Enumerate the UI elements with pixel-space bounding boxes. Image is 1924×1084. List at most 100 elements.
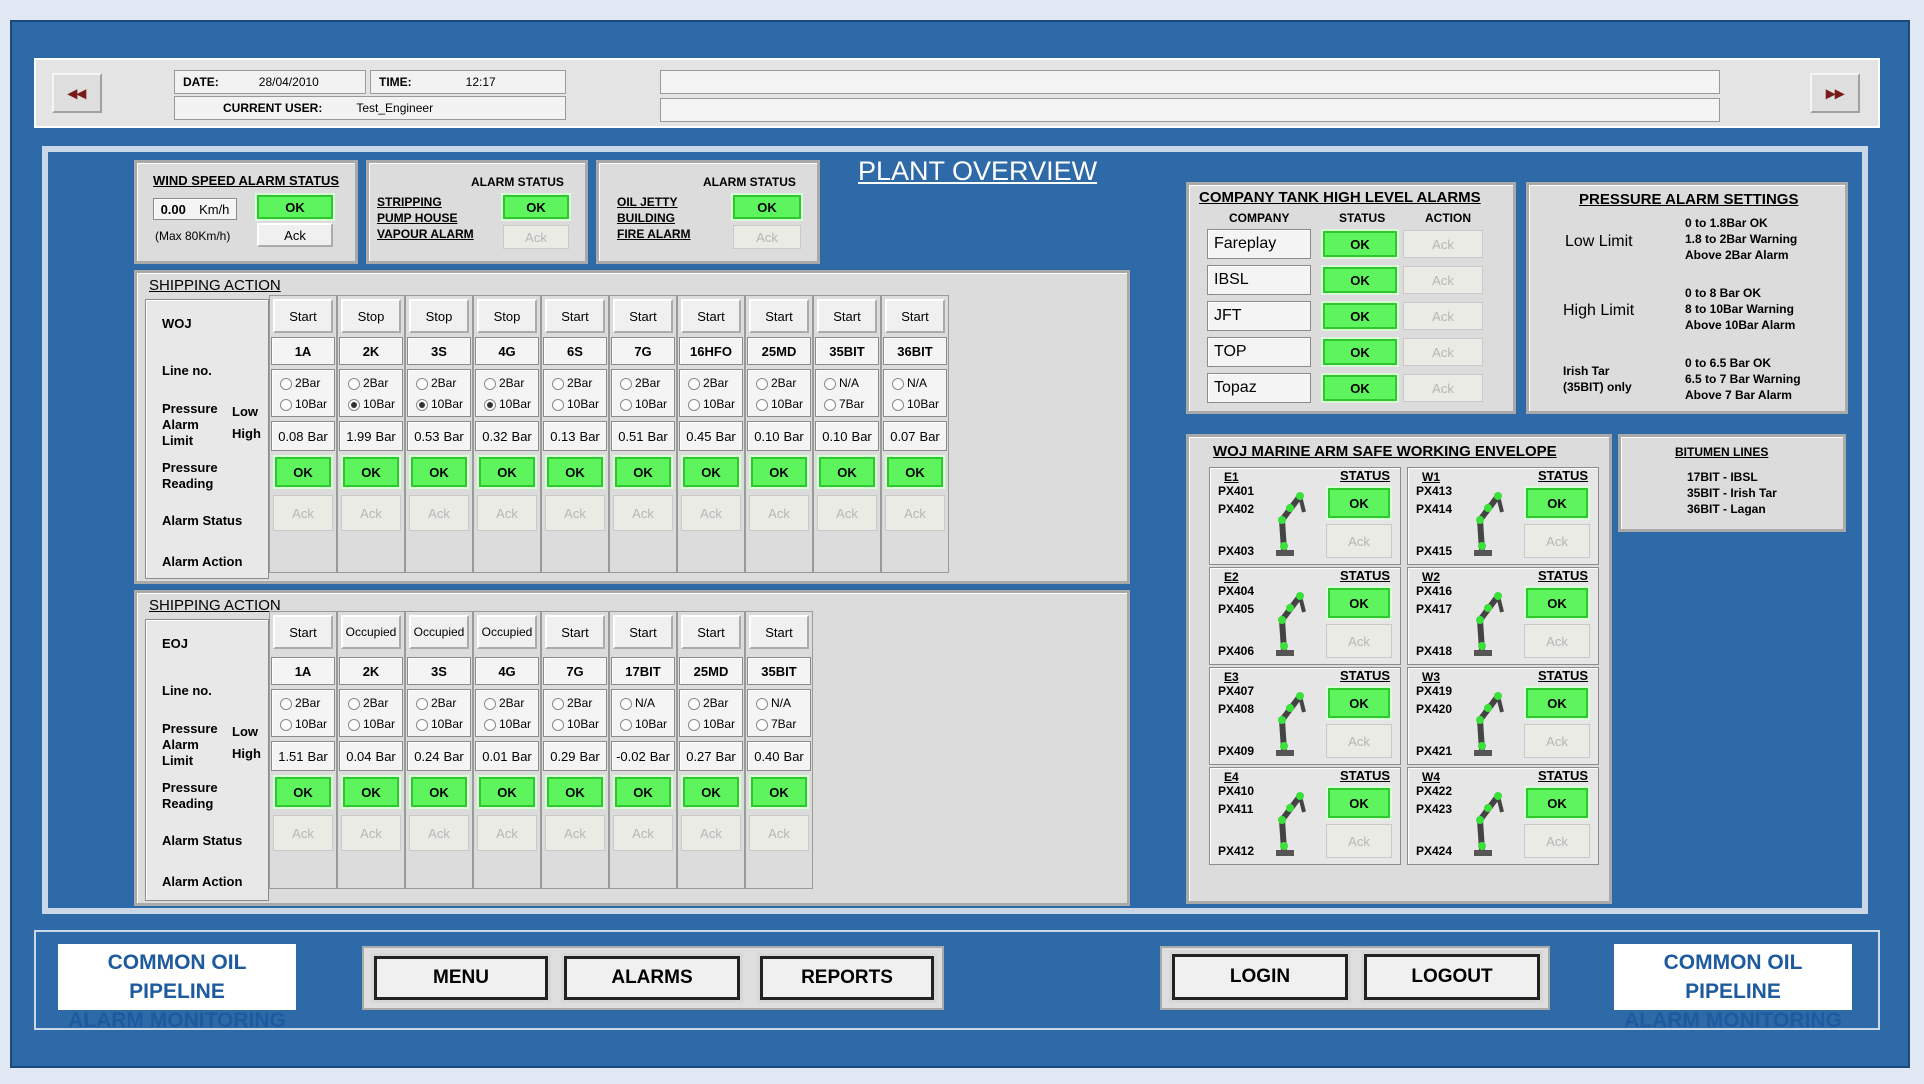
low-limit-option[interactable]: 2Bar: [348, 376, 388, 390]
low-limit-option[interactable]: 2Bar: [484, 376, 524, 390]
previous-page-button[interactable]: ◂◂: [52, 73, 102, 113]
radio-icon[interactable]: [348, 718, 360, 731]
radio-icon[interactable]: [688, 718, 700, 731]
low-limit-option[interactable]: N/A: [620, 696, 655, 710]
alarm-ack-button[interactable]: Ack: [477, 495, 537, 531]
high-limit-option[interactable]: 10Bar: [688, 397, 735, 411]
line-action-button[interactable]: Start: [681, 615, 741, 649]
high-limit-option[interactable]: 10Bar: [620, 397, 667, 411]
radio-icon[interactable]: [824, 377, 836, 390]
radio-icon[interactable]: [280, 697, 292, 710]
stripping-ack-button[interactable]: Ack: [503, 225, 569, 249]
high-limit-option[interactable]: 10Bar: [484, 717, 531, 731]
alarm-ack-button[interactable]: Ack: [341, 495, 401, 531]
low-limit-option[interactable]: 2Bar: [280, 696, 320, 710]
arm-ack-button[interactable]: Ack: [1524, 824, 1590, 858]
high-limit-option[interactable]: 10Bar: [552, 397, 599, 411]
alarm-ack-button[interactable]: Ack: [545, 815, 605, 851]
high-limit-option[interactable]: 10Bar: [280, 397, 327, 411]
radio-icon[interactable]: [620, 718, 632, 731]
alarm-ack-button[interactable]: Ack: [681, 815, 741, 851]
alarm-ack-button[interactable]: Ack: [613, 815, 673, 851]
jetty-ack-button[interactable]: Ack: [733, 225, 801, 249]
high-limit-option[interactable]: 10Bar: [892, 397, 939, 411]
radio-icon[interactable]: [620, 697, 632, 710]
low-limit-option[interactable]: 2Bar: [348, 696, 388, 710]
line-action-button[interactable]: Start: [817, 299, 877, 333]
low-limit-option[interactable]: N/A: [756, 696, 791, 710]
alarm-ack-button[interactable]: Ack: [749, 495, 809, 531]
radio-icon[interactable]: [280, 398, 292, 411]
line-action-button[interactable]: Stop: [477, 299, 537, 333]
alarm-ack-button[interactable]: Ack: [409, 495, 469, 531]
radio-icon[interactable]: [416, 398, 428, 411]
line-action-button[interactable]: Start: [273, 299, 333, 333]
low-limit-option[interactable]: 2Bar: [620, 376, 660, 390]
alarm-ack-button[interactable]: Ack: [273, 495, 333, 531]
arm-ack-button[interactable]: Ack: [1326, 624, 1392, 658]
radio-icon[interactable]: [620, 398, 632, 411]
radio-icon[interactable]: [416, 718, 428, 731]
tank-ack-button[interactable]: Ack: [1403, 230, 1483, 258]
high-limit-option[interactable]: 10Bar: [552, 717, 599, 731]
line-action-button[interactable]: Start: [545, 615, 605, 649]
radio-icon[interactable]: [552, 697, 564, 710]
high-limit-option[interactable]: 10Bar: [620, 717, 667, 731]
radio-icon[interactable]: [552, 718, 564, 731]
low-limit-option[interactable]: 2Bar: [416, 696, 456, 710]
line-action-button[interactable]: Start: [613, 615, 673, 649]
high-limit-option[interactable]: 7Bar: [824, 397, 864, 411]
high-limit-option[interactable]: 10Bar: [348, 397, 395, 411]
alarm-ack-button[interactable]: Ack: [681, 495, 741, 531]
alarm-ack-button[interactable]: Ack: [477, 815, 537, 851]
radio-icon[interactable]: [892, 377, 904, 390]
radio-icon[interactable]: [416, 377, 428, 390]
line-action-button[interactable]: Stop: [341, 299, 401, 333]
high-limit-option[interactable]: 7Bar: [756, 717, 796, 731]
low-limit-option[interactable]: 2Bar: [756, 376, 796, 390]
tank-ack-button[interactable]: Ack: [1403, 338, 1483, 366]
radio-icon[interactable]: [824, 398, 836, 411]
low-limit-option[interactable]: N/A: [824, 376, 859, 390]
line-action-button[interactable]: Start: [681, 299, 741, 333]
line-action-button[interactable]: Start: [749, 299, 809, 333]
alarms-button[interactable]: ALARMS: [564, 956, 740, 1000]
radio-icon[interactable]: [688, 697, 700, 710]
arm-ack-button[interactable]: Ack: [1326, 524, 1392, 558]
high-limit-option[interactable]: 10Bar: [416, 717, 463, 731]
radio-icon[interactable]: [484, 697, 496, 710]
high-limit-option[interactable]: 10Bar: [688, 717, 735, 731]
line-action-button[interactable]: Start: [749, 615, 809, 649]
line-action-button[interactable]: Occupied: [341, 615, 401, 649]
arm-ack-button[interactable]: Ack: [1326, 824, 1392, 858]
alarm-ack-button[interactable]: Ack: [613, 495, 673, 531]
radio-icon[interactable]: [484, 377, 496, 390]
arm-ack-button[interactable]: Ack: [1524, 624, 1590, 658]
arm-ack-button[interactable]: Ack: [1326, 724, 1392, 758]
radio-icon[interactable]: [484, 718, 496, 731]
login-button[interactable]: LOGIN: [1172, 954, 1348, 1000]
high-limit-option[interactable]: 10Bar: [280, 717, 327, 731]
alarm-ack-button[interactable]: Ack: [273, 815, 333, 851]
low-limit-option[interactable]: 2Bar: [552, 376, 592, 390]
line-action-button[interactable]: Start: [273, 615, 333, 649]
low-limit-option[interactable]: 2Bar: [416, 376, 456, 390]
radio-icon[interactable]: [688, 377, 700, 390]
tank-ack-button[interactable]: Ack: [1403, 266, 1483, 294]
radio-icon[interactable]: [756, 697, 768, 710]
line-action-button[interactable]: Start: [885, 299, 945, 333]
logout-button[interactable]: LOGOUT: [1364, 954, 1540, 1000]
alarm-ack-button[interactable]: Ack: [749, 815, 809, 851]
reports-button[interactable]: REPORTS: [760, 956, 934, 1000]
line-action-button[interactable]: Start: [545, 299, 605, 333]
low-limit-option[interactable]: 2Bar: [552, 696, 592, 710]
radio-icon[interactable]: [552, 377, 564, 390]
menu-button[interactable]: MENU: [374, 956, 548, 1000]
wind-ack-button[interactable]: Ack: [257, 223, 333, 247]
low-limit-option[interactable]: N/A: [892, 376, 927, 390]
radio-icon[interactable]: [416, 697, 428, 710]
high-limit-option[interactable]: 10Bar: [484, 397, 531, 411]
low-limit-option[interactable]: 2Bar: [688, 696, 728, 710]
high-limit-option[interactable]: 10Bar: [348, 717, 395, 731]
low-limit-option[interactable]: 2Bar: [688, 376, 728, 390]
